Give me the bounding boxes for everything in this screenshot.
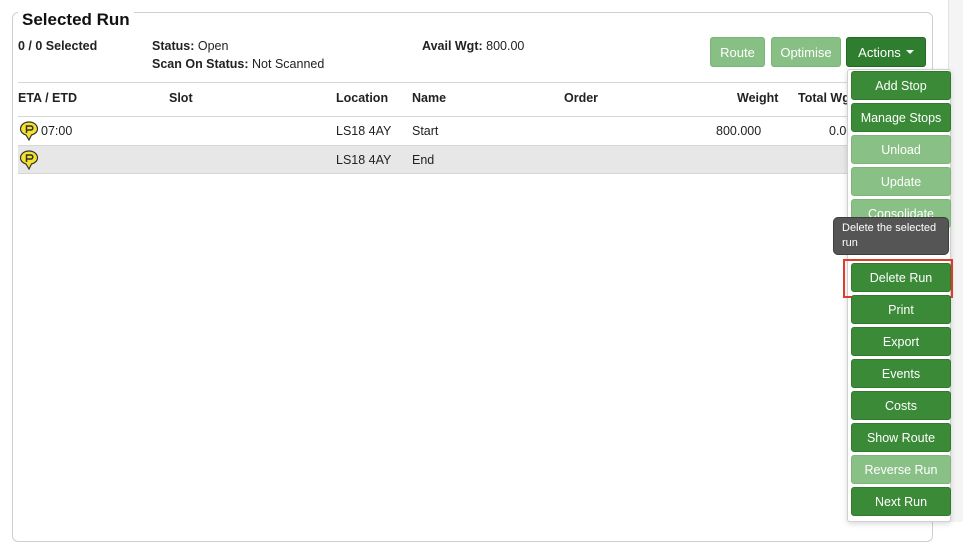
column-header-order[interactable]: Order: [564, 91, 598, 105]
location-cell: LS18 4AY: [336, 124, 392, 138]
menu-item-print[interactable]: Print: [851, 295, 951, 324]
status-field: Status: Open: [152, 39, 228, 53]
avail-weight-field: Avail Wgt: 800.00: [422, 39, 524, 53]
status-label: Status:: [152, 39, 195, 53]
menu-item-reverse-run[interactable]: Reverse Run: [851, 455, 951, 484]
caret-down-icon: [905, 50, 914, 54]
table-row[interactable]: LS18 4AY End: [18, 146, 850, 174]
scan-status-value: Not Scanned: [252, 57, 325, 71]
table-top-border: [18, 82, 848, 83]
map-pin-icon: [19, 150, 39, 170]
route-button[interactable]: Route: [710, 37, 765, 67]
actions-label: Actions: [858, 44, 901, 60]
column-header-weight[interactable]: Weight: [737, 91, 778, 105]
optimise-button[interactable]: Optimise: [771, 37, 841, 67]
menu-item-update[interactable]: Update: [851, 167, 951, 196]
name-cell: Start: [412, 124, 439, 138]
delete-run-tooltip: Delete the selected run: [833, 217, 949, 255]
map-pin-icon: [19, 121, 39, 141]
column-header-name[interactable]: Name: [412, 91, 446, 105]
menu-item-show-route[interactable]: Show Route: [851, 423, 951, 452]
menu-item-events[interactable]: Events: [851, 359, 951, 388]
avail-weight-value: 800.00: [486, 39, 525, 53]
weight-cell: 800.000: [716, 124, 762, 138]
menu-item-manage-stops[interactable]: Manage Stops: [851, 103, 951, 132]
column-header-total-weight[interactable]: Total Wg: [798, 91, 848, 105]
menu-item-unload[interactable]: Unload: [851, 135, 951, 164]
menu-item-next-run[interactable]: Next Run: [851, 487, 951, 516]
menu-item-add-stop[interactable]: Add Stop: [851, 71, 951, 100]
selected-count: 0 / 0 Selected: [18, 39, 98, 53]
table-row[interactable]: 07:00 LS18 4AY Start 800.000 0.00: [18, 117, 853, 145]
name-cell: End: [412, 153, 435, 167]
menu-item-costs[interactable]: Costs: [851, 391, 951, 420]
selected-run-panel: [12, 12, 933, 542]
eta-cell: 07:00: [41, 124, 73, 138]
avail-weight-label: Avail Wgt:: [422, 39, 483, 53]
column-header-eta[interactable]: ETA / ETD: [18, 91, 77, 105]
scan-status-field: Scan On Status: Not Scanned: [152, 57, 324, 71]
location-cell: LS18 4AY: [336, 153, 392, 167]
actions-dropdown-button[interactable]: Actions: [846, 37, 926, 67]
column-header-slot[interactable]: Slot: [169, 91, 193, 105]
delete-run-highlight: [843, 259, 953, 298]
row-divider: [18, 173, 848, 174]
column-header-location[interactable]: Location: [336, 91, 388, 105]
panel-title: Selected Run: [18, 10, 134, 30]
menu-item-export[interactable]: Export: [851, 327, 951, 356]
scan-status-label: Scan On Status:: [152, 57, 249, 71]
status-value: Open: [197, 39, 229, 53]
